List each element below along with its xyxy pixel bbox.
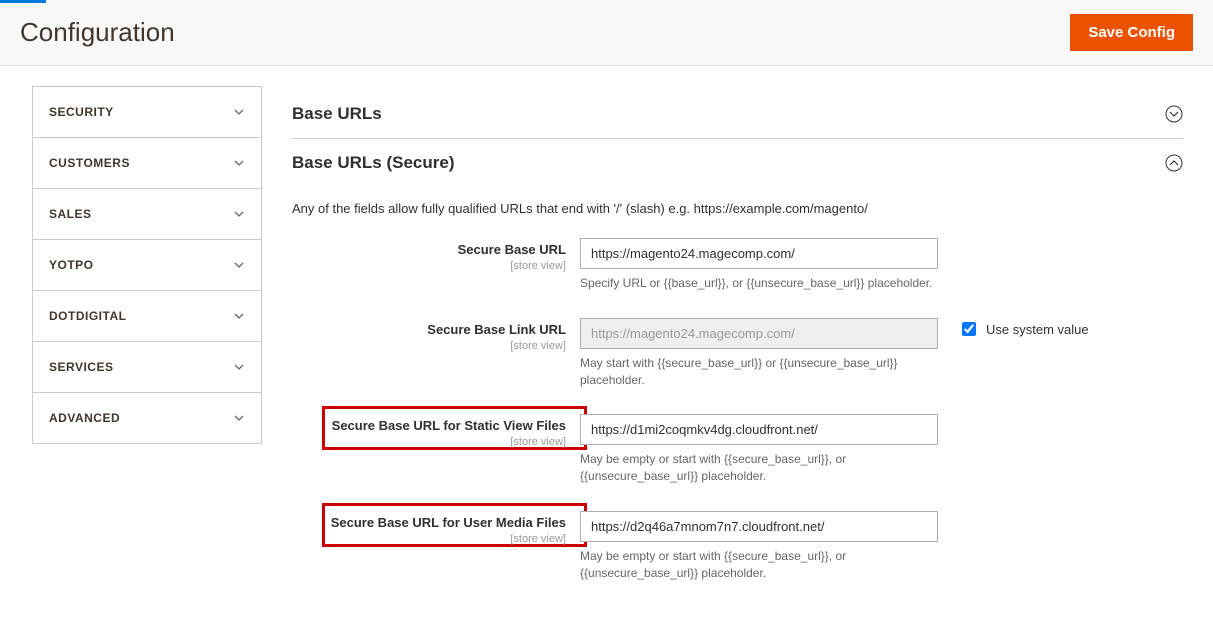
field-note: May start with {{secure_base_url}} or {{… bbox=[580, 355, 938, 389]
chevron-down-icon bbox=[233, 208, 245, 220]
sidebar-item-advanced[interactable]: ADVANCED bbox=[33, 393, 261, 444]
collapse-icon bbox=[1165, 154, 1183, 172]
sidebar-item-label: YOTPO bbox=[49, 258, 94, 272]
sidebar-item-yotpo[interactable]: YOTPO bbox=[33, 240, 261, 291]
chevron-down-icon bbox=[233, 259, 245, 271]
secure-base-media-url-input[interactable] bbox=[580, 511, 938, 542]
field-scope: [store view] bbox=[292, 533, 566, 545]
use-system-value-checkbox[interactable] bbox=[962, 322, 976, 336]
sidebar-item-label: DOTDIGITAL bbox=[49, 309, 126, 323]
section-title: Base URLs (Secure) bbox=[292, 153, 455, 173]
secure-base-static-url-input[interactable] bbox=[580, 414, 938, 445]
main-content: Base URLs Base URLs (Secure) Any of the … bbox=[262, 66, 1213, 636]
sidebar-item-security[interactable]: SECURITY bbox=[33, 87, 261, 138]
field-scope: [store view] bbox=[292, 340, 566, 352]
field-note: May be empty or start with {{secure_base… bbox=[580, 451, 938, 485]
section-title: Base URLs bbox=[292, 104, 382, 124]
field-secure-base-media-url: Secure Base URL for User Media Files [st… bbox=[292, 509, 1183, 600]
config-sidebar: SECURITY CUSTOMERS SALES YOTPO DOTDIGITA… bbox=[0, 66, 262, 464]
sidebar-item-sales[interactable]: SALES bbox=[33, 189, 261, 240]
page-header: Configuration Save Config bbox=[0, 0, 1213, 66]
chevron-down-icon bbox=[233, 157, 245, 169]
secure-base-link-url-input bbox=[580, 318, 938, 349]
field-label: Secure Base URL for User Media Files bbox=[292, 515, 566, 532]
sidebar-item-label: SALES bbox=[49, 207, 92, 221]
sidebar-item-label: CUSTOMERS bbox=[49, 156, 130, 170]
field-scope: [store view] bbox=[292, 436, 566, 448]
page-title: Configuration bbox=[20, 17, 175, 48]
chevron-down-icon bbox=[233, 361, 245, 373]
use-system-value-label: Use system value bbox=[986, 322, 1089, 337]
sidebar-item-dotdigital[interactable]: DOTDIGITAL bbox=[33, 291, 261, 342]
field-scope: [store view] bbox=[292, 260, 566, 272]
section-description: Any of the fields allow fully qualified … bbox=[292, 187, 1183, 236]
field-note: May be empty or start with {{secure_base… bbox=[580, 548, 938, 582]
chevron-down-icon bbox=[233, 310, 245, 322]
sidebar-item-label: SERVICES bbox=[49, 360, 113, 374]
field-label: Secure Base URL for Static View Files bbox=[292, 418, 566, 435]
expand-icon bbox=[1165, 105, 1183, 123]
field-secure-base-link-url: Secure Base Link URL [store view] May st… bbox=[292, 316, 1183, 407]
sidebar-menu: SECURITY CUSTOMERS SALES YOTPO DOTDIGITA… bbox=[32, 86, 262, 444]
field-note: Specify URL or {{base_url}}, or {{unsecu… bbox=[580, 275, 938, 292]
page-layout: SECURITY CUSTOMERS SALES YOTPO DOTDIGITA… bbox=[0, 66, 1213, 636]
sidebar-item-label: SECURITY bbox=[49, 105, 114, 119]
chevron-down-icon bbox=[233, 106, 245, 118]
sidebar-item-customers[interactable]: CUSTOMERS bbox=[33, 138, 261, 189]
use-system-value-wrap: Use system value bbox=[938, 316, 1089, 337]
field-label: Secure Base URL bbox=[292, 242, 566, 259]
chevron-down-icon bbox=[233, 412, 245, 424]
field-secure-base-url: Secure Base URL [store view] Specify URL… bbox=[292, 236, 1183, 310]
section-header-base-urls-secure[interactable]: Base URLs (Secure) bbox=[292, 139, 1183, 187]
section-header-base-urls[interactable]: Base URLs bbox=[292, 90, 1183, 139]
field-label: Secure Base Link URL bbox=[292, 322, 566, 339]
sidebar-item-services[interactable]: SERVICES bbox=[33, 342, 261, 393]
save-config-button[interactable]: Save Config bbox=[1070, 14, 1193, 51]
sidebar-item-label: ADVANCED bbox=[49, 411, 120, 425]
secure-base-url-input[interactable] bbox=[580, 238, 938, 269]
field-secure-base-static-url: Secure Base URL for Static View Files [s… bbox=[292, 412, 1183, 503]
